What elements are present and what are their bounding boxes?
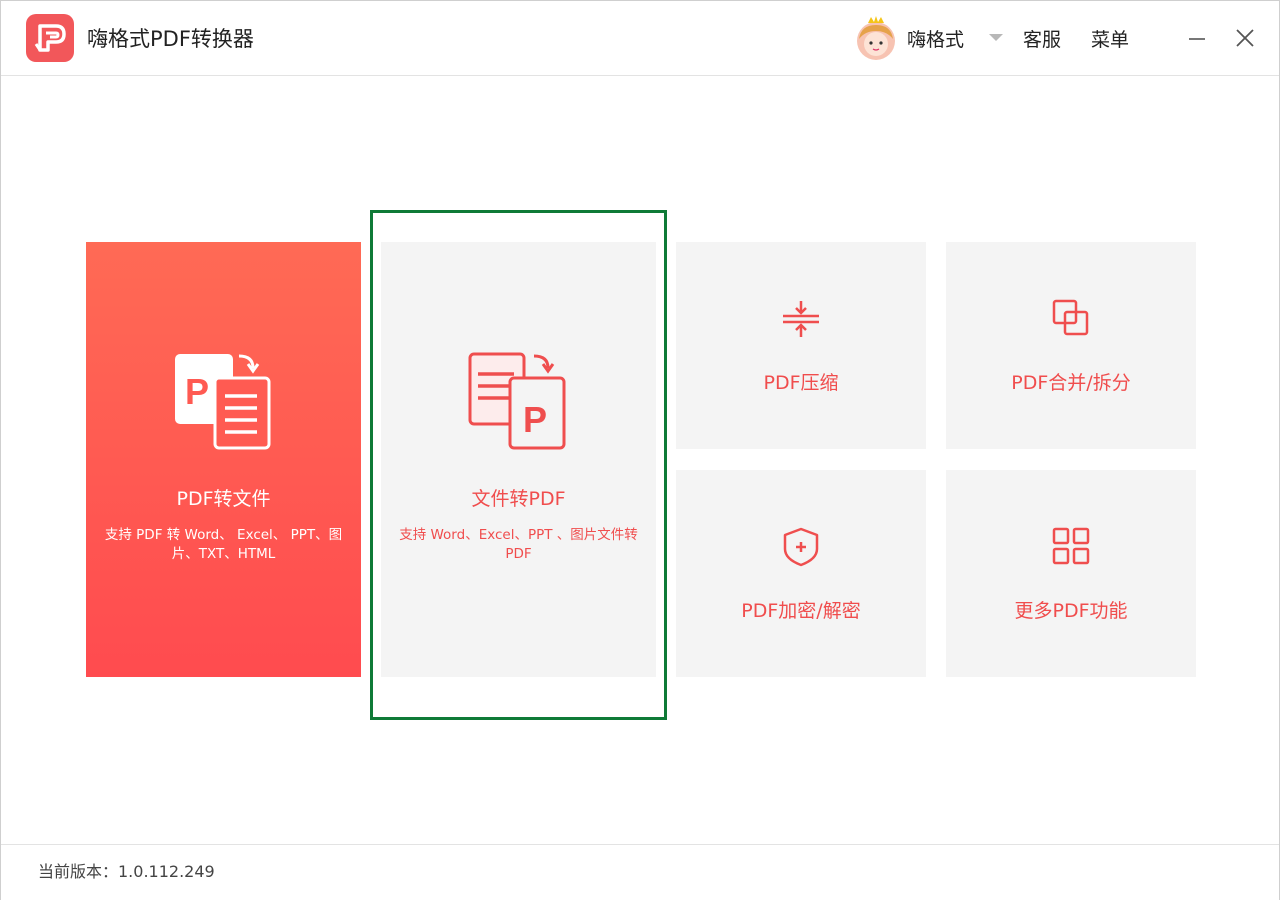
merge-icon <box>1049 297 1093 341</box>
minimize-icon <box>1189 38 1205 40</box>
compress-icon <box>779 297 823 341</box>
pdf-to-file-title: PDF转文件 <box>176 488 271 510</box>
pdf-compress-card[interactable]: PDF压缩 <box>676 242 926 449</box>
close-button[interactable] <box>1230 23 1260 53</box>
avatar-image <box>857 16 895 60</box>
svg-text:P: P <box>185 371 209 412</box>
pdf-merge-split-card[interactable]: PDF合并/拆分 <box>946 242 1196 449</box>
customer-service-button[interactable]: 客服 <box>1023 27 1061 53</box>
pdf-to-file-description: 支持 PDF 转 Word、 Excel、 PPT、图片、TXT、HTML <box>104 527 343 562</box>
app-logo-icon <box>34 24 66 52</box>
pdf-encrypt-decrypt-card[interactable]: PDF加密/解密 <box>676 470 926 677</box>
title-bar: 嗨格式PDF转换器 嗨格式 客服 菜单 <box>1 1 1279 76</box>
avatar[interactable] <box>853 15 899 61</box>
chevron-down-icon[interactable] <box>989 34 1003 41</box>
app-title: 嗨格式PDF转换器 <box>87 27 254 51</box>
shield-icon <box>779 525 823 569</box>
pdf-encrypt-decrypt-title: PDF加密/解密 <box>741 600 861 622</box>
file-to-pdf-title: 文件转PDF <box>471 488 566 510</box>
svg-text:P: P <box>523 399 547 440</box>
minimize-button[interactable] <box>1182 23 1212 53</box>
pdf-to-document-icon: P <box>173 352 273 452</box>
pdf-merge-split-title: PDF合并/拆分 <box>1011 372 1131 394</box>
username[interactable]: 嗨格式 <box>907 27 964 53</box>
menu-button[interactable]: 菜单 <box>1091 27 1129 53</box>
more-pdf-features-card[interactable]: 更多PDF功能 <box>946 470 1196 677</box>
file-to-pdf-description: 支持 Word、Excel、PPT 、图片文件转 PDF <box>399 527 638 562</box>
app-logo <box>26 14 74 62</box>
app-window: 嗨格式PDF转换器 嗨格式 客服 菜单 P PDF转文件 支持 PDF 转 Wo… <box>0 0 1280 900</box>
pdf-to-file-card[interactable]: P PDF转文件 支持 PDF 转 Word、 Excel、 PPT、图片、TX… <box>86 242 361 677</box>
more-pdf-features-title: 更多PDF功能 <box>1014 600 1128 622</box>
file-to-pdf-card[interactable]: P 文件转PDF 支持 Word、Excel、PPT 、图片文件转 PDF <box>381 242 656 677</box>
status-bar: 当前版本：1.0.112.249 <box>1 844 1279 900</box>
pdf-compress-title: PDF压缩 <box>763 372 839 394</box>
document-to-pdf-icon: P <box>468 352 568 452</box>
close-icon <box>1236 29 1254 47</box>
version-label: 当前版本：1.0.112.249 <box>38 862 215 881</box>
grid-icon <box>1049 525 1093 569</box>
